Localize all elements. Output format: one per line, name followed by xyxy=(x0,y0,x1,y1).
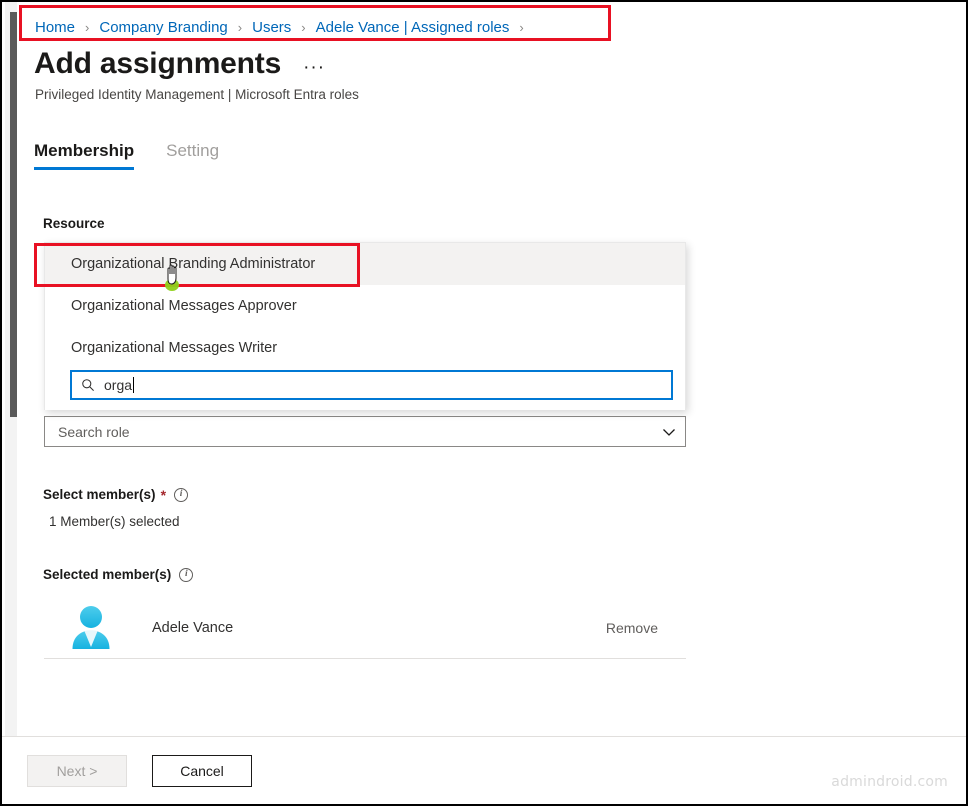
tab-bar: Membership Setting xyxy=(34,137,251,170)
dropdown-search-wrapper: orga xyxy=(70,370,673,400)
breadcrumb-separator-icon: › xyxy=(301,19,306,35)
select-members-label-row: Select member(s) * i xyxy=(43,486,189,503)
more-options-icon[interactable]: ··· xyxy=(303,58,325,82)
dropdown-option-organizational-branding-administrator[interactable]: Organizational Branding Administrator xyxy=(45,243,685,285)
blade-content: Home › Company Branding › Users › Adele … xyxy=(18,2,966,804)
vertical-scrollbar-track[interactable] xyxy=(5,2,17,804)
breadcrumb-item-users[interactable]: Users xyxy=(251,19,292,36)
chevron-down-icon xyxy=(663,428,675,436)
breadcrumb-separator-icon: › xyxy=(519,19,524,35)
dropdown-option-organizational-messages-approver[interactable]: Organizational Messages Approver xyxy=(45,285,685,327)
breadcrumb: Home › Company Branding › Users › Adele … xyxy=(34,12,524,42)
page-subtitle: Privileged Identity Management | Microso… xyxy=(35,87,359,102)
select-members-label: Select member(s) xyxy=(43,487,156,502)
breadcrumb-item-home[interactable]: Home xyxy=(34,19,76,36)
breadcrumb-separator-icon: › xyxy=(237,19,243,35)
person-avatar-icon xyxy=(72,605,110,649)
breadcrumb-item-adele-vance-assigned-roles[interactable]: Adele Vance | Assigned roles xyxy=(315,19,511,36)
selected-members-label-row: Selected member(s) i xyxy=(43,567,194,582)
search-role-combobox[interactable]: Search role xyxy=(44,416,686,447)
search-icon xyxy=(82,379,94,391)
selected-member-name: Adele Vance xyxy=(152,619,234,636)
watermark: admindroid.com xyxy=(831,774,948,790)
page-title-row: Add assignments ··· xyxy=(34,46,325,82)
next-button[interactable]: Next > xyxy=(27,754,127,787)
tab-setting[interactable]: Setting xyxy=(166,137,219,170)
members-selected-count: 1 Member(s) selected xyxy=(49,514,180,529)
vertical-scrollbar-thumb[interactable] xyxy=(10,12,17,417)
cancel-button[interactable]: Cancel xyxy=(152,754,252,787)
search-role-placeholder: Search role xyxy=(58,423,130,440)
page-title: Add assignments xyxy=(34,47,282,80)
text-caret xyxy=(133,377,135,393)
resource-search-value: orga xyxy=(104,377,133,393)
breadcrumb-separator-icon: › xyxy=(85,19,90,35)
required-asterisk: * xyxy=(160,486,167,503)
resource-dropdown-panel: Organizational Branding Administrator Or… xyxy=(44,242,686,410)
tab-membership[interactable]: Membership xyxy=(34,137,135,170)
selected-members-label: Selected member(s) xyxy=(43,567,172,582)
selected-member-row: Adele Vance Remove xyxy=(44,597,686,659)
info-icon[interactable]: i xyxy=(174,487,189,502)
footer-bar: Next > Cancel admindroid.com xyxy=(2,736,966,804)
resource-label: Resource xyxy=(43,216,105,231)
dropdown-option-organizational-messages-writer[interactable]: Organizational Messages Writer xyxy=(45,327,685,369)
info-icon[interactable]: i xyxy=(179,567,194,582)
screenshot-root: Home › Company Branding › Users › Adele … xyxy=(0,0,968,806)
breadcrumb-item-company-branding[interactable]: Company Branding xyxy=(98,19,228,36)
remove-member-link[interactable]: Remove xyxy=(606,620,658,636)
resource-search-input[interactable]: orga xyxy=(70,370,673,400)
